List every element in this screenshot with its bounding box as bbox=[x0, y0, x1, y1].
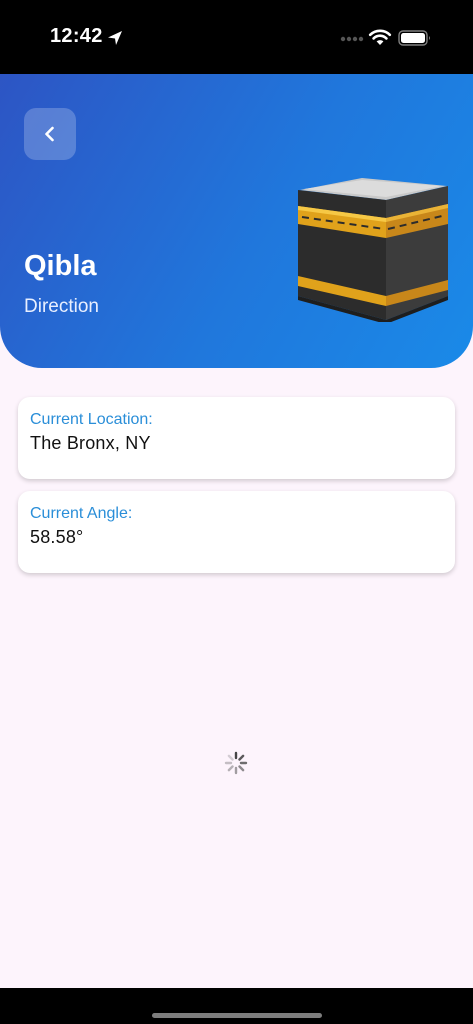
bottom-bar bbox=[0, 988, 473, 1024]
kaaba-icon bbox=[298, 178, 448, 322]
status-bar: 12:42 bbox=[0, 0, 473, 74]
location-label: Current Location: bbox=[30, 411, 153, 428]
activity-spinner-icon bbox=[224, 751, 248, 775]
home-indicator[interactable] bbox=[152, 1013, 322, 1018]
angle-label: Current Angle: bbox=[30, 505, 133, 522]
chevron-left-icon bbox=[45, 126, 54, 142]
qibla-header: Qibla Direction bbox=[0, 74, 473, 368]
back-button[interactable] bbox=[24, 108, 76, 160]
page-subtitle: Direction bbox=[24, 296, 99, 317]
status-time: 12:42 bbox=[50, 25, 103, 47]
location-arrow-icon bbox=[108, 31, 122, 45]
location-card: Current Location: The Bronx, NY bbox=[18, 397, 455, 479]
signal-dots-icon bbox=[340, 36, 364, 42]
wifi-icon bbox=[368, 29, 392, 45]
location-value: The Bronx, NY bbox=[30, 433, 151, 453]
angle-card: Current Angle: 58.58° bbox=[18, 491, 455, 573]
page-title: Qibla bbox=[24, 250, 97, 282]
battery-icon bbox=[398, 30, 430, 46]
angle-value: 58.58° bbox=[30, 527, 84, 547]
